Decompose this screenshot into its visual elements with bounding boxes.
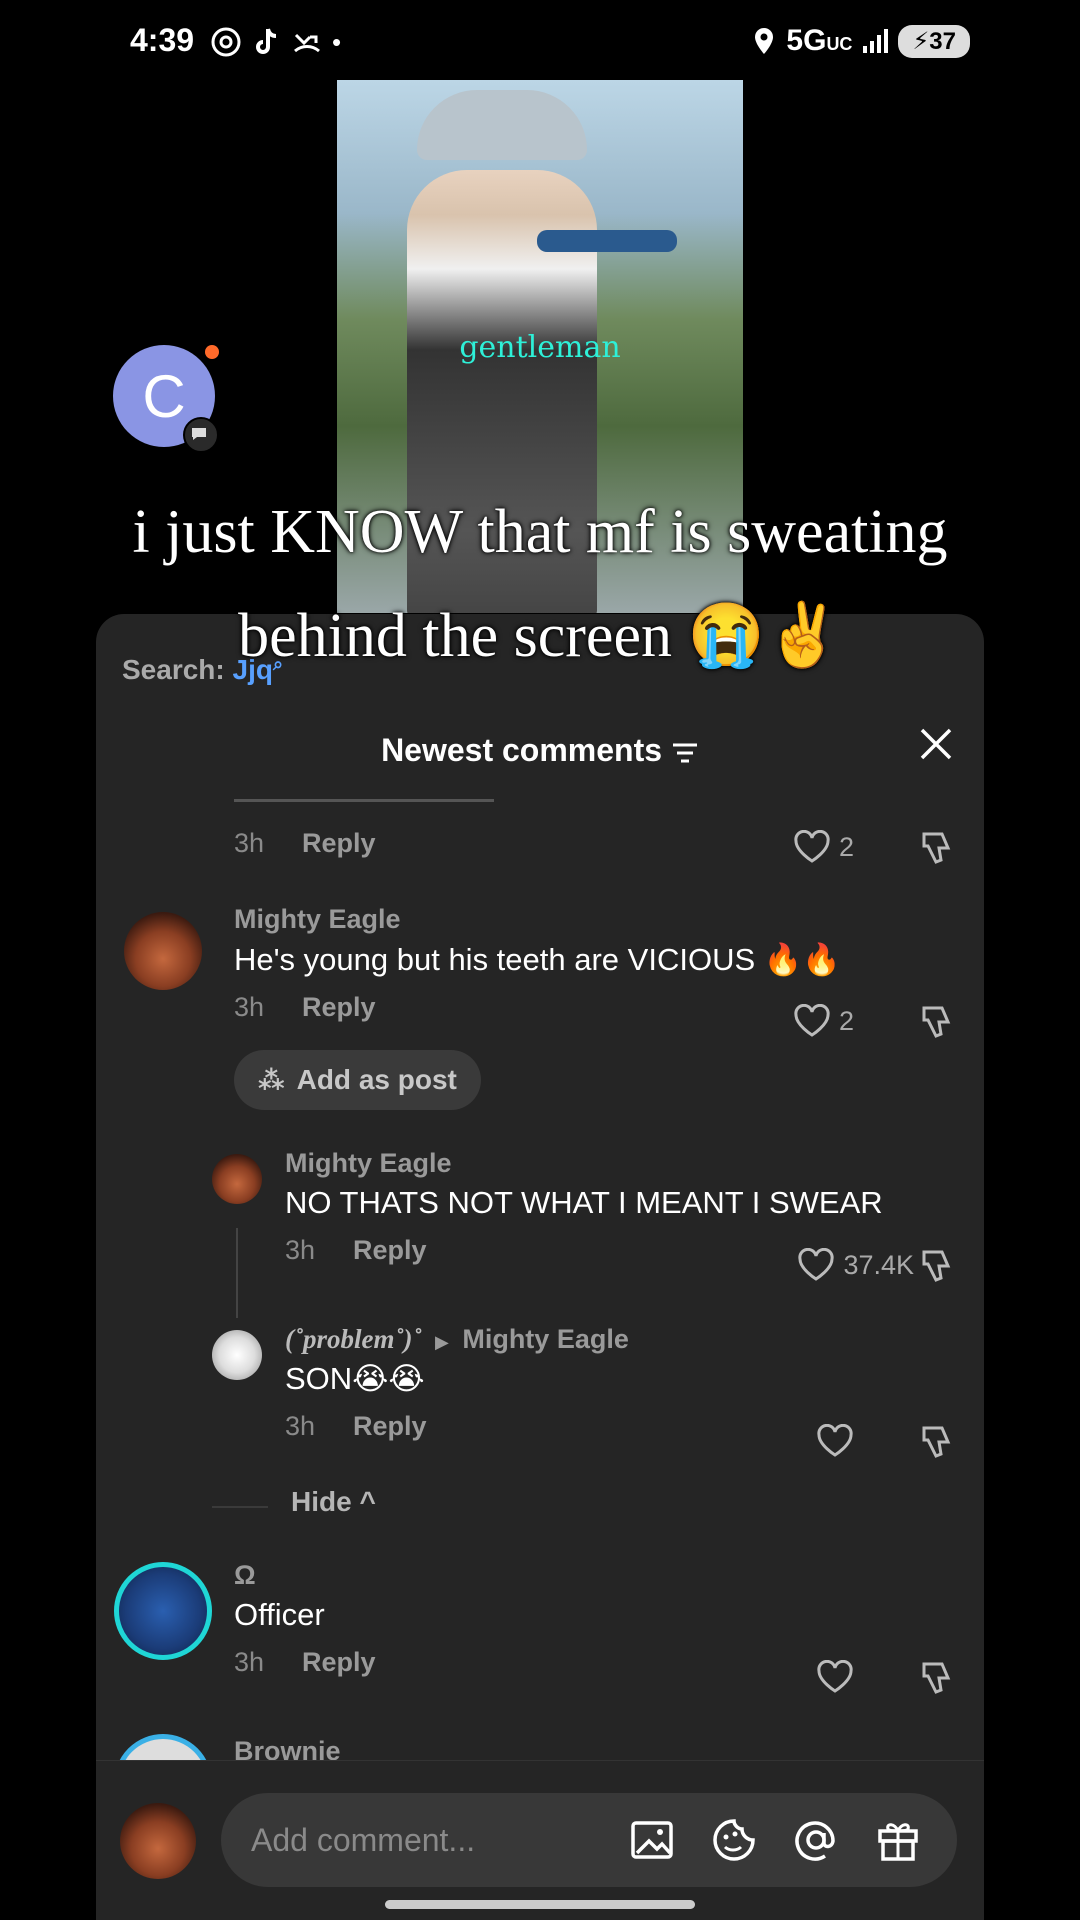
comment-2: Mighty Eagle NO THATS NOT WHAT I MEANT I… xyxy=(285,1148,984,1282)
tiktok-icon xyxy=(256,28,277,54)
reply-button[interactable]: Reply xyxy=(302,828,376,859)
comment-author[interactable]: Ω xyxy=(234,1560,984,1591)
comment-input-placeholder: Add comment... xyxy=(251,1821,476,1858)
dislike-icon[interactable] xyxy=(916,830,954,868)
comment-text: SON😭😭 xyxy=(285,1361,425,1396)
truncated-text-line xyxy=(234,799,494,802)
reply-button[interactable]: Reply xyxy=(302,992,376,1023)
chat-bubble-icon xyxy=(183,417,219,453)
dislike-icon[interactable] xyxy=(916,1248,954,1286)
chevron-up-icon: ^ xyxy=(359,1486,376,1517)
avatar[interactable] xyxy=(124,912,202,990)
creator-avatar-letter: C xyxy=(142,362,186,430)
like-button[interactable] xyxy=(816,1424,854,1458)
comment-time: 3h xyxy=(285,1235,316,1265)
status-notification-icons: • xyxy=(210,26,341,58)
comment-time: 3h xyxy=(234,828,265,858)
comment-text: NO THATS NOT WHAT I MEANT I SWEAR xyxy=(285,1185,883,1220)
threads-icon xyxy=(211,27,241,57)
heart-icon xyxy=(798,1248,835,1281)
caption-line-2: behind the screen 😭✌️ xyxy=(238,602,842,670)
avatar[interactable] xyxy=(212,1154,262,1204)
comment-input[interactable]: Add comment... xyxy=(221,1793,957,1887)
heart-icon xyxy=(794,830,830,863)
comment-3: (˚problem˚)˚ ▶ Mighty Eagle SON😭😭 3h Repl… xyxy=(285,1324,984,1458)
avatar[interactable] xyxy=(212,1330,262,1380)
mention-icon[interactable] xyxy=(793,1817,839,1863)
video-figure-cap xyxy=(417,90,587,160)
signal-icon xyxy=(863,29,889,53)
comment-author-line: (˚problem˚)˚ ▶ Mighty Eagle xyxy=(285,1324,984,1355)
hide-replies-button[interactable]: Hide ^ xyxy=(291,1486,376,1518)
add-as-post-button[interactable]: ⁂ Add as post xyxy=(234,1050,481,1110)
heart-icon xyxy=(817,1660,853,1693)
heart-icon xyxy=(794,1004,830,1037)
reply-button[interactable]: Reply xyxy=(302,1647,376,1678)
like-count: 2 xyxy=(838,831,854,862)
video-caption: i just KNOW that mf is sweating behind t… xyxy=(60,480,1020,688)
status-right: 5GUC ⚡37 xyxy=(752,24,970,58)
comment-author[interactable]: Mighty Eagle xyxy=(234,904,984,935)
my-avatar[interactable] xyxy=(120,1803,196,1879)
reply-button[interactable]: Reply xyxy=(353,1235,427,1266)
comment-meta: 3h Reply xyxy=(234,828,984,859)
close-icon[interactable] xyxy=(916,724,956,764)
network-type: 5GUC xyxy=(786,24,853,57)
comment-meta: 3h Reply xyxy=(234,992,984,1023)
comment-text: Officer xyxy=(234,1597,325,1632)
heart-icon xyxy=(817,1424,853,1457)
comment-meta: 3h Reply xyxy=(285,1411,984,1442)
location-icon xyxy=(755,28,774,54)
comment-text: He's young but his teeth are VICIOUS 🔥🔥 xyxy=(234,942,841,977)
like-button[interactable]: 2 xyxy=(793,830,854,864)
sparkle-icon: ⁂ xyxy=(258,1064,285,1095)
dislike-icon[interactable] xyxy=(916,1004,954,1042)
like-button[interactable]: 37.4K xyxy=(797,1248,914,1282)
reply-to-author[interactable]: Mighty Eagle xyxy=(462,1324,629,1354)
comments-title: Newest comments xyxy=(381,732,663,768)
image-icon[interactable] xyxy=(629,1817,675,1863)
like-button[interactable]: 2 xyxy=(793,1004,854,1038)
comment-author[interactable]: Mighty Eagle xyxy=(285,1148,984,1179)
dislike-icon[interactable] xyxy=(916,1424,954,1462)
battery-indicator: ⚡37 xyxy=(898,24,970,58)
video-overlay-word: gentleman xyxy=(459,330,621,365)
notification-dot xyxy=(205,345,219,359)
comment-0: 3h Reply 2 xyxy=(234,814,984,864)
comment-time: 3h xyxy=(234,992,265,1022)
reply-button[interactable]: Reply xyxy=(353,1411,427,1442)
gift-icon[interactable] xyxy=(875,1817,921,1863)
comment-4: Ω Officer 3h Reply xyxy=(234,1560,984,1694)
like-count: 2 xyxy=(838,1005,854,1036)
emoji-icon[interactable] xyxy=(711,1817,757,1863)
comments-header[interactable]: Newest comments xyxy=(96,732,984,769)
hide-divider xyxy=(212,1506,268,1508)
comment-time: 3h xyxy=(234,1647,265,1677)
status-time: 4:39 xyxy=(130,22,195,58)
comments-sheet: Search: Jjq⌕ Newest comments 3h Reply 2 M… xyxy=(96,614,984,1920)
comment-author[interactable]: (˚problem˚)˚ xyxy=(285,1324,421,1354)
avatar[interactable] xyxy=(114,1562,212,1660)
reply-arrow-icon: ▶ xyxy=(434,1332,449,1352)
dislike-icon[interactable] xyxy=(916,1660,954,1698)
like-count: 37.4K xyxy=(843,1249,914,1280)
video-microphone xyxy=(537,230,677,252)
thread-line xyxy=(236,1228,238,1318)
home-indicator[interactable] xyxy=(385,1900,695,1909)
filter-icon[interactable] xyxy=(671,742,699,764)
hide-label: Hide xyxy=(291,1486,352,1517)
notification-dot-icon: • xyxy=(332,26,342,57)
comment-input-bar: Add comment... xyxy=(96,1760,984,1920)
caption-line-1: i just KNOW that mf is sweating xyxy=(132,498,948,566)
comment-1: Mighty Eagle He's young but his teeth ar… xyxy=(234,904,984,1038)
missed-call-icon xyxy=(294,33,320,53)
like-button[interactable] xyxy=(816,1660,854,1694)
add-as-post-label: Add as post xyxy=(296,1064,457,1095)
comment-time: 3h xyxy=(285,1411,316,1441)
comment-meta: 3h Reply xyxy=(234,1647,984,1678)
